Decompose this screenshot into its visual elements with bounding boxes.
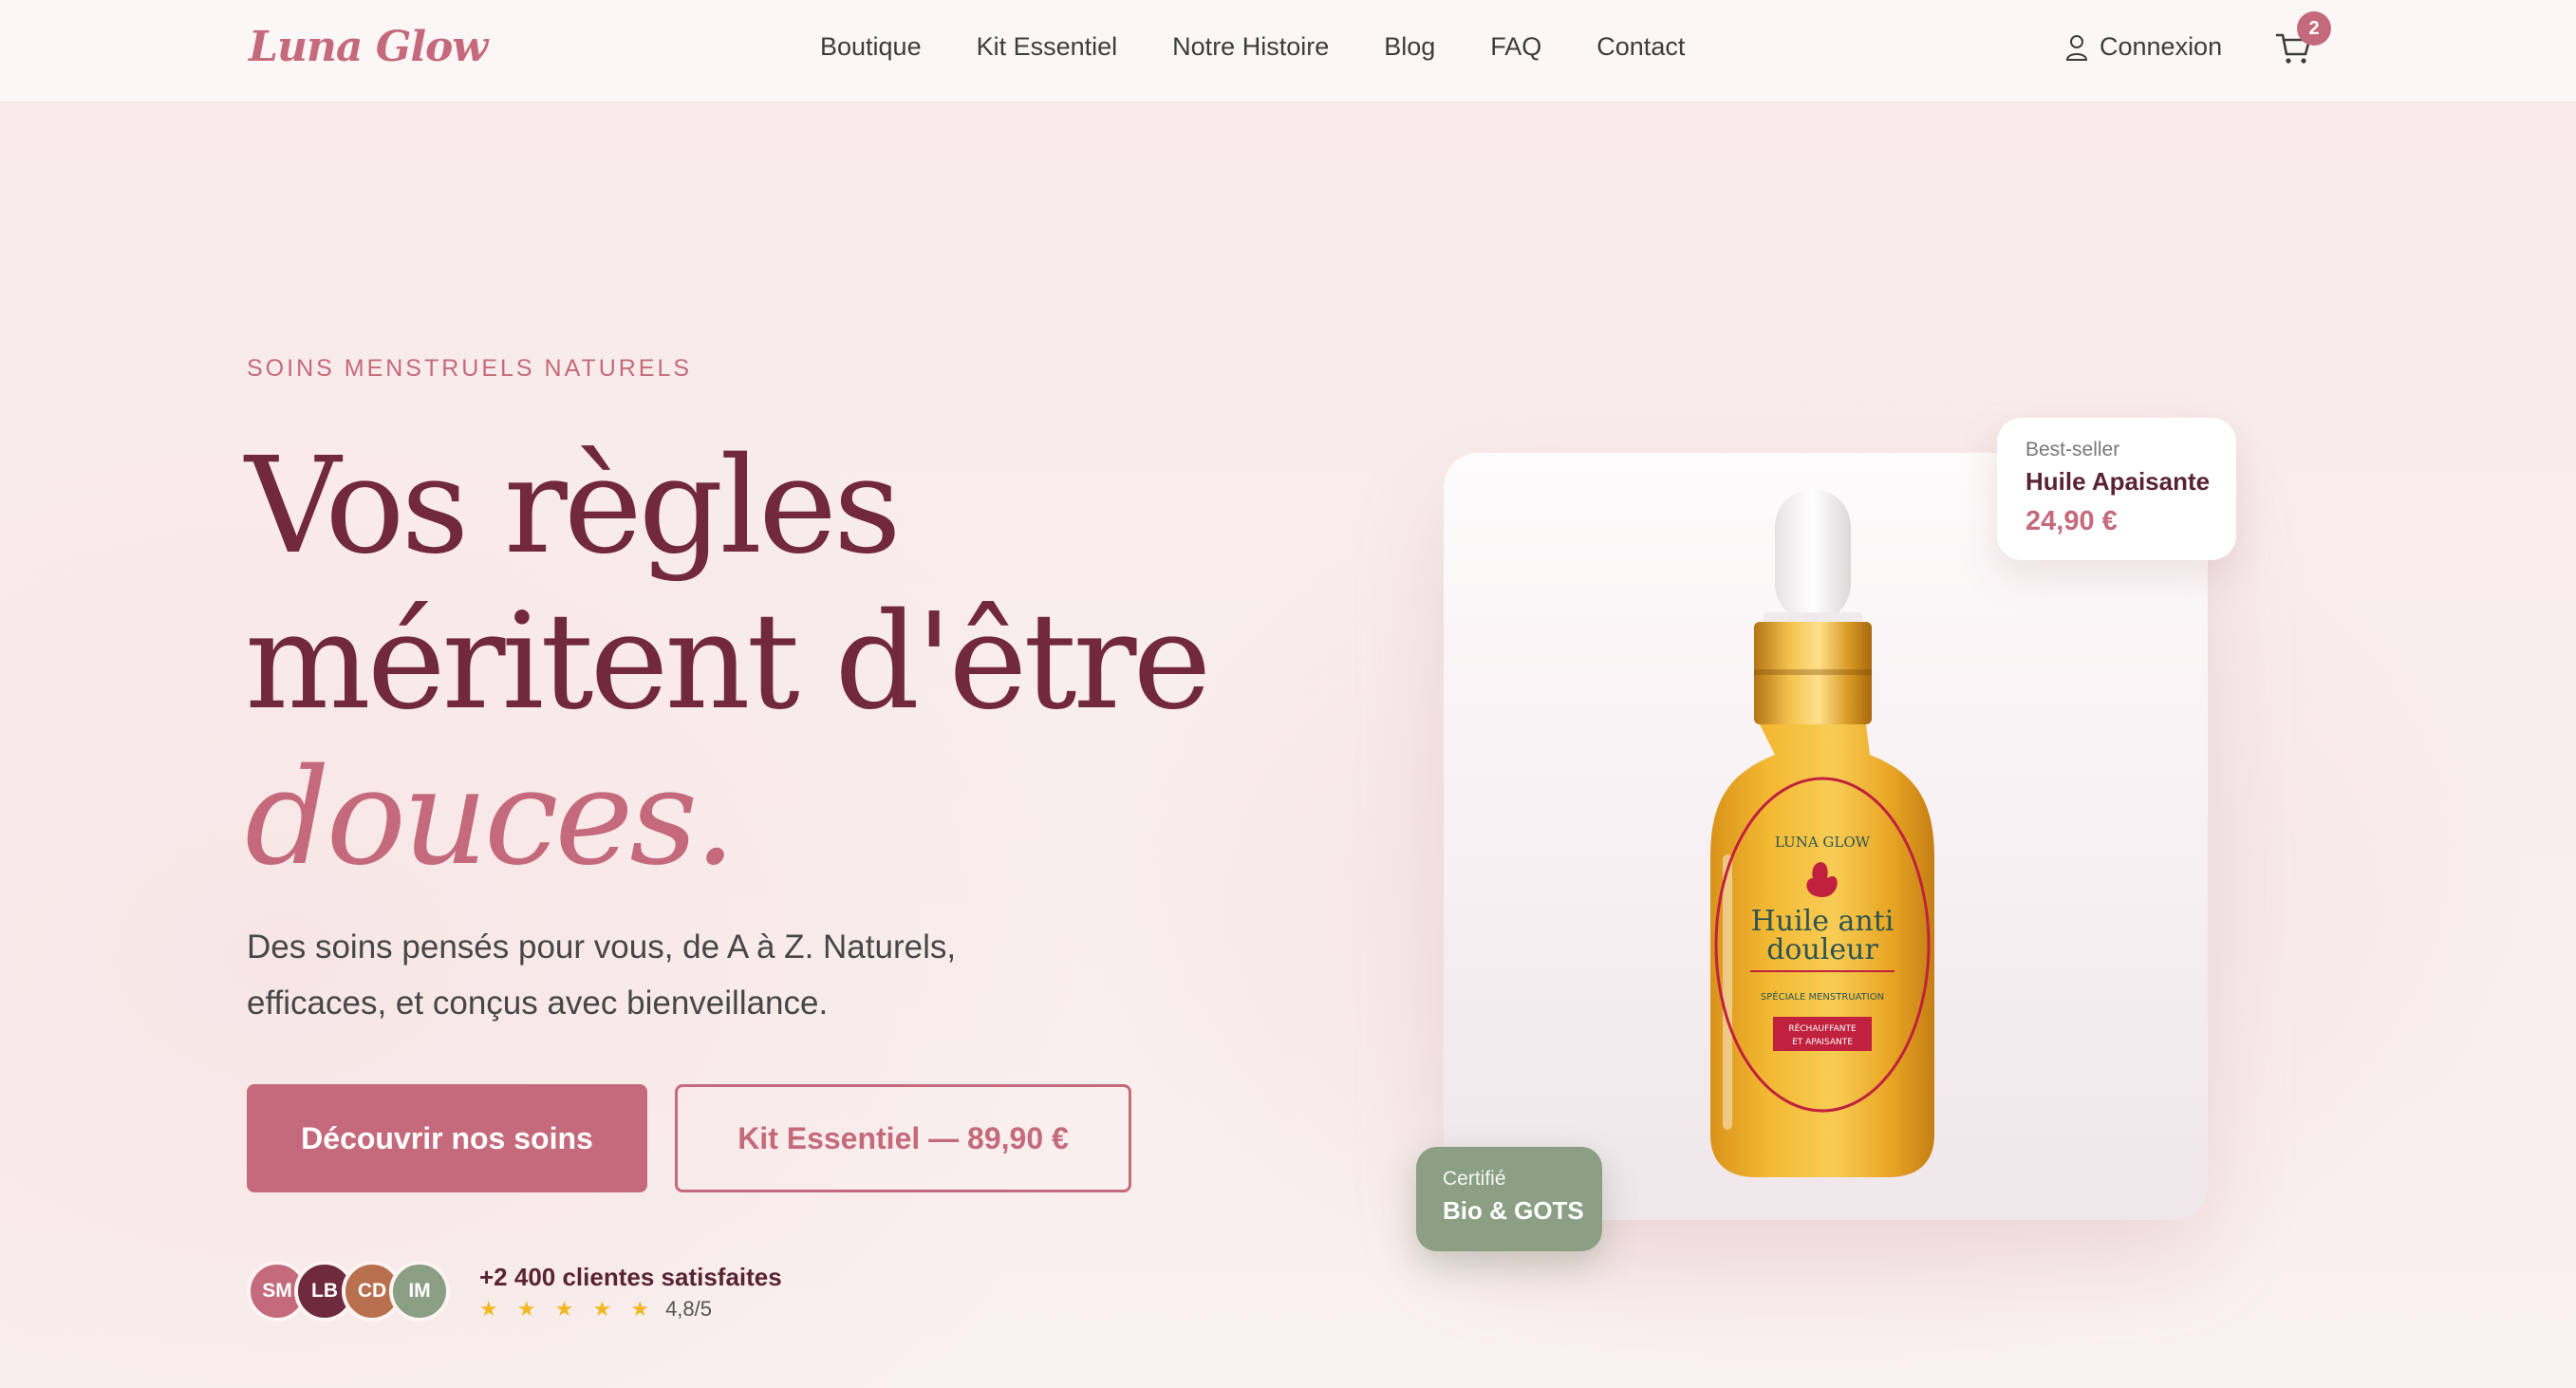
site-header: Luna Glow Boutique Kit Essentiel Notre H… [0,0,2576,103]
discover-button[interactable]: Découvrir nos soins [247,1084,647,1192]
nav-notre-histoire[interactable]: Notre Histoire [1172,32,1329,62]
hero-title-accent: douces. [245,741,737,895]
kit-essentiel-button[interactable]: Kit Essentiel — 89,90 € [675,1084,1131,1192]
bottle-label-sub: SPÉCIALE MENSTRUATION [1761,990,1884,1003]
social-proof-title: +2 400 clientes satisfaites [479,1263,782,1291]
bottle-label-tag-2: ET APAISANTE [1792,1038,1853,1047]
rating-value: 4,8/5 [665,1297,712,1321]
main-nav: Boutique Kit Essentiel Notre Histoire Bl… [820,32,1740,62]
customer-avatars: SM LB CD IM [247,1261,456,1322]
product-name: Huile Apaisante [2025,467,2211,496]
nav-boutique[interactable]: Boutique [820,32,922,62]
nav-faq[interactable]: FAQ [1490,32,1541,62]
certification-value: Bio & GOTS [1443,1196,1584,1225]
cart-count-badge: 2 [2297,11,2331,46]
rating-stars: ★ ★ ★ ★ ★ [479,1297,657,1321]
bottle-label-brand: LUNA GLOW [1775,834,1871,851]
best-seller-badge[interactable]: Best-seller Huile Apaisante 24,90 € [1997,418,2236,560]
bottle-label-title-2: douleur [1766,933,1878,966]
nav-kit-essentiel[interactable]: Kit Essentiel [977,32,1118,62]
oil-bottle-image: LUNA GLOW Huile anti douleur SPÉCIALE ME… [1710,489,1934,1177]
hero-title: Vos règles méritent d'être douces. [245,429,1289,896]
best-seller-label: Best-seller [2025,439,2120,460]
hero-lead: Des soins pensés pour vous, de A à Z. Na… [247,919,1063,1031]
user-icon [2065,34,2088,61]
avatar: IM [389,1261,450,1322]
hero-eyebrow: SOINS MENSTRUELS NATURELS [247,355,693,382]
nav-contact[interactable]: Contact [1596,32,1685,62]
product-price: 24,90 € [2025,506,2118,536]
nav-blog[interactable]: Blog [1384,32,1435,62]
certification-badge: Certifié Bio & GOTS [1416,1147,1602,1251]
hero-lead-line-2: efficaces, et conçus avec bienveillance. [247,985,829,1022]
certification-label: Certifié [1443,1168,1506,1190]
logo[interactable]: Luna Glow [249,23,488,71]
hero-title-line-1: Vos règles [245,429,902,584]
bottle-label-tag-1: RÉCHAUFFANTE [1788,1022,1857,1034]
hero-lead-line-1: Des soins pensés pour vous, de A à Z. Na… [247,928,957,966]
login-button[interactable]: Connexion [2065,32,2222,62]
hero-title-line-2: méritent d'être [245,585,1211,740]
login-label: Connexion [2100,32,2223,61]
rating: ★ ★ ★ ★ ★ 4,8/5 [479,1297,712,1322]
